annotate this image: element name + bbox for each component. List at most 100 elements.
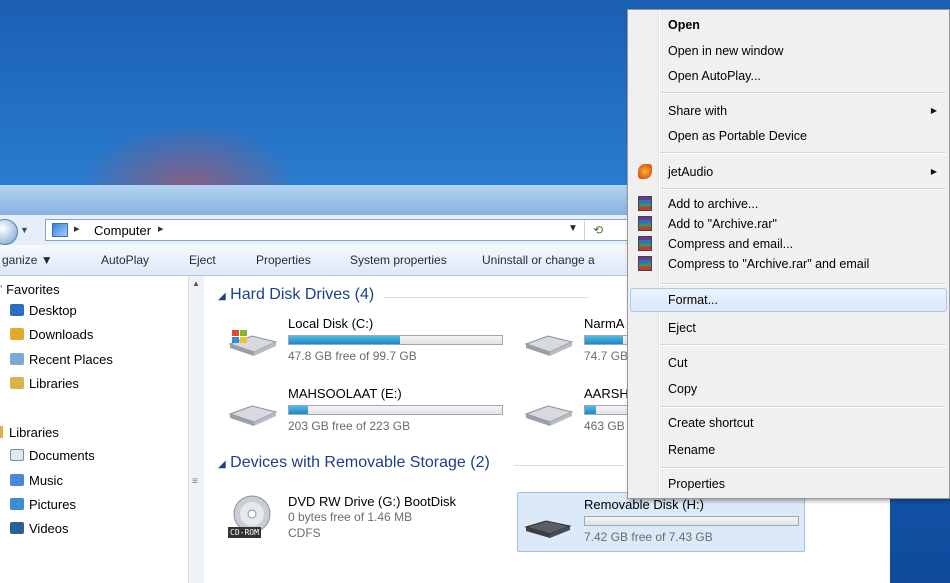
drive-filesystem: CDFS bbox=[288, 526, 321, 540]
videos-icon bbox=[10, 522, 24, 534]
menu-separator bbox=[660, 92, 946, 94]
winrar-icon bbox=[638, 216, 652, 231]
drive-usage-fill bbox=[289, 336, 400, 344]
drive-mahsoolaat-e[interactable]: MAHSOOLAAT (E:) 203 GB free of 223 GB bbox=[226, 386, 526, 434]
sidebar-item-libraries[interactable]: Libraries bbox=[10, 376, 79, 391]
menu-separator bbox=[660, 188, 946, 190]
menu-item-share-with[interactable]: Share with ▶ bbox=[630, 99, 947, 123]
drive-usage-bar bbox=[584, 405, 628, 415]
hard-drive-windows-icon bbox=[228, 330, 278, 356]
recent-places-icon bbox=[10, 353, 24, 365]
drive-name: MAHSOOLAAT (E:) bbox=[288, 386, 402, 401]
navigation-pane: ' Favorites Desktop Downloads Recent Pla… bbox=[0, 276, 189, 583]
breadcrumb-arrow-icon[interactable]: ▸ bbox=[74, 222, 80, 235]
history-dropdown-icon[interactable]: ▼ bbox=[20, 225, 29, 235]
drive-free-space: 74.7 GB bbox=[584, 349, 629, 363]
menu-item-copy[interactable]: Copy bbox=[630, 377, 947, 401]
drive-usage-bar bbox=[288, 405, 503, 415]
submenu-arrow-icon: ▶ bbox=[930, 167, 937, 176]
sidebar-item-recent-places[interactable]: Recent Places bbox=[10, 352, 113, 367]
sidebar-item-videos[interactable]: Videos bbox=[10, 521, 69, 536]
sidebar-scrollbar[interactable]: ▲ ≡ bbox=[188, 276, 204, 583]
menu-separator bbox=[660, 283, 946, 285]
drive-usage-fill bbox=[289, 406, 309, 414]
drive-removable-h[interactable]: Removable Disk (H:) 7.42 GB free of 7.43… bbox=[517, 492, 805, 552]
scroll-grip-icon[interactable]: ≡ bbox=[192, 476, 198, 487]
drive-name: Local Disk (C:) bbox=[288, 316, 374, 331]
downloads-icon bbox=[10, 328, 24, 340]
cd-rom-badge: CD-ROM bbox=[228, 527, 261, 538]
menu-item-open-new-window[interactable]: Open in new window bbox=[630, 39, 947, 63]
menu-item-compress-to-archive-and-email[interactable]: Compress to "Archive.rar" and email bbox=[630, 252, 947, 276]
drive-free-space: 0 bytes free of 1.46 MB bbox=[288, 510, 413, 524]
address-bar[interactable]: ▸ Computer ▸ ▼ ⟲ bbox=[45, 219, 633, 241]
menu-item-format[interactable]: Format... bbox=[630, 288, 947, 312]
menu-item-cut[interactable]: Cut bbox=[630, 351, 947, 375]
sidebar-item-music[interactable]: Music bbox=[10, 473, 63, 488]
menu-item-eject[interactable]: Eject bbox=[630, 316, 947, 340]
drive-dvd-rw-g[interactable]: CD-ROM DVD RW Drive (G:) BootDisk 0 byte… bbox=[226, 494, 526, 542]
system-properties-button[interactable]: System properties bbox=[350, 253, 447, 267]
group-divider bbox=[514, 465, 624, 466]
breadcrumb-computer[interactable]: Computer bbox=[94, 223, 151, 238]
submenu-arrow-icon: ▶ bbox=[930, 106, 937, 115]
refresh-icon[interactable]: ⟲ bbox=[584, 220, 611, 240]
collapse-triangle-icon[interactable]: ◢ bbox=[218, 459, 226, 470]
sidebar-item-downloads[interactable]: Downloads bbox=[10, 327, 93, 342]
collapse-triangle-icon[interactable]: ◢ bbox=[218, 291, 226, 302]
group-divider bbox=[384, 297, 589, 298]
hard-drive-icon bbox=[524, 335, 574, 356]
hard-drive-icon bbox=[524, 405, 574, 426]
drive-name: NarmA bbox=[584, 316, 625, 331]
eject-button[interactable]: Eject bbox=[189, 253, 216, 267]
organize-button[interactable]: ganize ▼ bbox=[2, 253, 53, 267]
drive-local-disk-c[interactable]: Local Disk (C:) 47.8 GB free of 99.7 GB bbox=[226, 316, 526, 364]
scroll-up-icon[interactable]: ▲ bbox=[192, 279, 200, 288]
sidebar-item-desktop[interactable]: Desktop bbox=[10, 303, 77, 318]
winrar-icon bbox=[638, 236, 652, 251]
winrar-icon bbox=[638, 196, 652, 211]
removable-disk-icon bbox=[524, 520, 572, 538]
drive-usage-bar bbox=[288, 335, 503, 345]
properties-button[interactable]: Properties bbox=[256, 253, 311, 267]
drive-usage-bar bbox=[584, 335, 628, 345]
computer-icon bbox=[52, 223, 68, 237]
menu-separator bbox=[660, 344, 946, 346]
music-icon bbox=[10, 474, 24, 486]
drive-usage-bar bbox=[584, 516, 799, 526]
hard-drive-icon bbox=[228, 405, 278, 426]
menu-item-create-shortcut[interactable]: Create shortcut bbox=[630, 411, 947, 435]
drive-free-space: 47.8 GB free of 99.7 GB bbox=[288, 349, 417, 363]
hard-disk-drives-header[interactable]: ◢ Hard Disk Drives (4) bbox=[218, 286, 374, 304]
menu-item-properties[interactable]: Properties bbox=[630, 472, 947, 496]
back-button[interactable] bbox=[0, 219, 18, 245]
breadcrumb-arrow-icon[interactable]: ▸ bbox=[158, 222, 164, 235]
menu-item-open[interactable]: Open bbox=[630, 13, 947, 37]
documents-icon bbox=[10, 449, 24, 461]
menu-separator bbox=[660, 406, 946, 408]
desktop-icon bbox=[10, 304, 24, 316]
drive-name: Removable Disk (H:) bbox=[584, 497, 704, 512]
drive-name: AARSH bbox=[584, 386, 629, 401]
menu-item-open-portable-device[interactable]: Open as Portable Device bbox=[630, 124, 947, 148]
star-icon: ' bbox=[0, 282, 3, 297]
menu-item-jetaudio[interactable]: jetAudio ▶ bbox=[630, 160, 947, 184]
address-dropdown-icon[interactable]: ▼ bbox=[568, 223, 578, 234]
drive-usage-fill bbox=[585, 406, 596, 414]
libraries-header[interactable]: Libraries bbox=[0, 425, 59, 440]
removable-storage-header[interactable]: ◢ Devices with Removable Storage (2) bbox=[218, 454, 490, 472]
sidebar-item-pictures[interactable]: Pictures bbox=[10, 497, 76, 512]
favorites-header[interactable]: ' Favorites bbox=[0, 282, 60, 297]
menu-item-rename[interactable]: Rename bbox=[630, 438, 947, 462]
pictures-icon bbox=[10, 498, 24, 510]
winrar-icon bbox=[638, 256, 652, 271]
drive-free-space: 463 GB bbox=[584, 419, 625, 433]
nav-buttons: ▼ bbox=[0, 219, 42, 245]
context-menu: Open Open in new window Open AutoPlay...… bbox=[627, 9, 950, 499]
drive-usage-fill bbox=[585, 336, 623, 344]
uninstall-program-button[interactable]: Uninstall or change a bbox=[482, 253, 595, 267]
autoplay-button[interactable]: AutoPlay bbox=[101, 253, 149, 267]
menu-item-open-autoplay[interactable]: Open AutoPlay... bbox=[630, 64, 947, 88]
sidebar-item-documents[interactable]: Documents bbox=[10, 448, 95, 463]
menu-separator bbox=[660, 152, 946, 154]
